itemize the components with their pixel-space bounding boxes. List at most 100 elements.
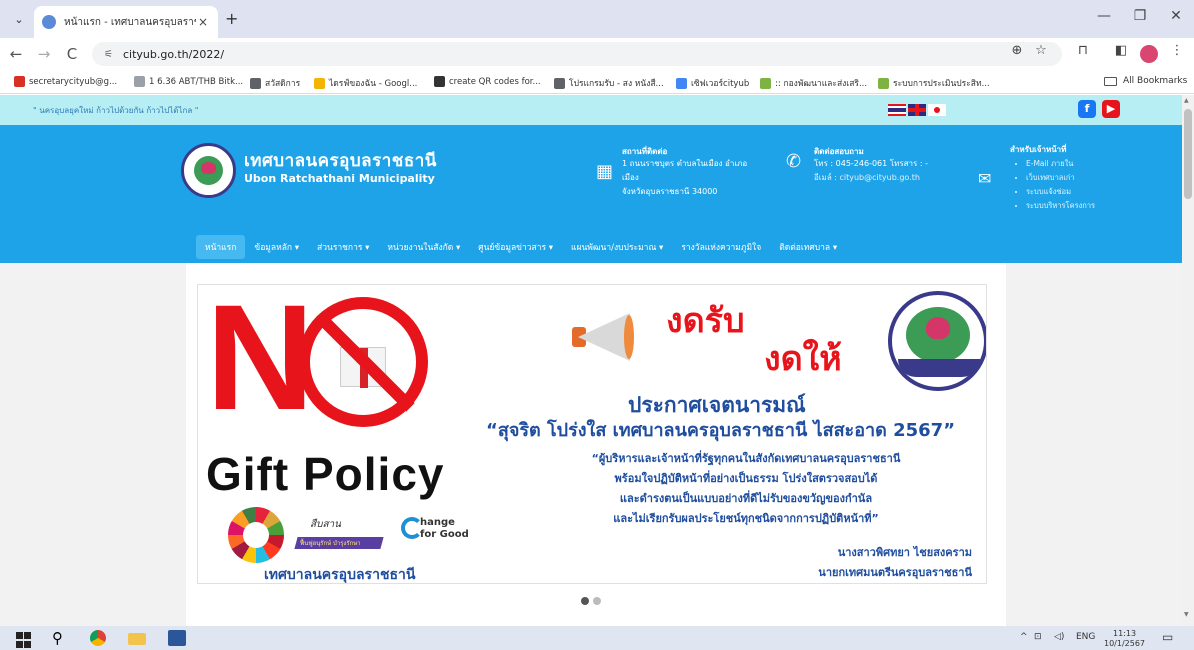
extensions-icon[interactable]: ⊓ — [1072, 43, 1094, 58]
maximize-icon[interactable]: ❐ — [1130, 8, 1150, 24]
municipality-logo[interactable] — [181, 143, 236, 198]
nav-plans-budget[interactable]: แผนพัฒนา/งบประมาณ ▾ — [562, 235, 672, 259]
pledge-line: และไม่เรียกรับผลประโยชน์ทุกชนิดจากการปฏิ… — [613, 512, 879, 525]
pledge-body: “ผู้บริหารและเจ้าหน้าที่รัฐทุกคนในสังกัด… — [546, 449, 946, 529]
new-tab-button[interactable]: + — [225, 9, 238, 28]
side-panel-icon[interactable]: ◧ — [1110, 43, 1132, 58]
bookmark-qr-icon — [434, 76, 445, 87]
uk-flag-icon[interactable] — [908, 104, 926, 116]
officer-link-repair[interactable]: ระบบแจ้งซ่อม — [1026, 185, 1095, 199]
notifications-icon[interactable]: ▭ — [1162, 630, 1173, 644]
lotus-icon — [201, 162, 216, 174]
bookmark-item[interactable]: :: กองพัฒนาและส่งเสริ... — [760, 76, 867, 90]
officer-link-email[interactable]: E-Mail ภายใน — [1026, 157, 1095, 171]
bookmark-drive-icon — [314, 77, 325, 89]
menu-icon[interactable]: ⋮ — [1166, 43, 1188, 58]
site-name-english[interactable]: Ubon Ratchathani Municipality — [244, 172, 435, 185]
minimize-icon[interactable]: — — [1094, 8, 1114, 24]
browser-tab-active[interactable]: หน้าแรก - เทศบาลนครอุบลราชธานี × — [34, 6, 218, 38]
bookmark-item[interactable]: 1 6.36 ABT/THB Bitk... — [134, 76, 243, 87]
bookmark-gmail-icon — [14, 76, 25, 87]
main-nav: หน้าแรก ข้อมูลหลัก ▾ ส่วนราชการ ▾ หน่วยง… — [196, 235, 846, 259]
email-line[interactable]: อีเมล์ : cityub@cityub.go.th — [814, 171, 920, 185]
profile-avatar[interactable] — [1140, 45, 1158, 63]
phone-icon: ✆ — [786, 151, 802, 172]
windows-taskbar: ⚲ ^ ⊡ ◁) ENG 11:13 10/1/2567 ▭ — [0, 626, 1194, 650]
pledge-line: “ผู้บริหารและเจ้าหน้าที่รัฐทุกคนในสังกัด… — [591, 452, 901, 465]
youtube-icon[interactable]: ▶ — [1102, 100, 1120, 118]
word-icon[interactable] — [168, 630, 186, 646]
site-info-icon[interactable]: ⚟ — [104, 49, 113, 60]
bookmark-item[interactable]: ระบบการประเมินประสิท... — [878, 76, 990, 90]
address-bar[interactable]: ⚟ cityub.go.th/2022/ — [92, 42, 1062, 66]
scroll-down-icon[interactable]: ▼ — [1184, 611, 1189, 618]
bookmark-item[interactable]: secretarycityub@g... — [14, 76, 117, 87]
bookmark-item[interactable]: เซิฟเวอร์cityub — [676, 76, 749, 90]
all-bookmarks-button[interactable]: All Bookmarks — [1104, 76, 1187, 86]
bookmark-star-icon[interactable]: ☆ — [1030, 43, 1052, 58]
file-explorer-icon[interactable] — [128, 633, 146, 645]
forward-button[interactable]: → — [32, 45, 56, 63]
facebook-icon[interactable]: f — [1078, 100, 1096, 118]
nav-affiliated-units[interactable]: หน่วยงานในสังกัด ▾ — [378, 235, 469, 259]
close-window-icon[interactable]: ✕ — [1166, 8, 1186, 24]
site-favicon-icon — [42, 15, 56, 29]
nav-info-center[interactable]: ศูนย์ข้อมูลข่าวสาร ▾ — [469, 235, 562, 259]
bookmark-item[interactable]: โปรแกรมรับ - สง หนังสื... — [554, 76, 664, 90]
tab-list-button[interactable]: ⌄ — [8, 10, 30, 30]
scroll-up-icon[interactable]: ▲ — [1184, 97, 1189, 104]
zoom-icon[interactable]: ⊕ — [1006, 43, 1028, 58]
site-top-strip: " นครอุบลยุคใหม่ ก้าวไปด้วยกัน ก้าวไปได้… — [0, 95, 1182, 125]
carousel-dot[interactable] — [593, 597, 601, 605]
language-indicator[interactable]: ENG — [1076, 632, 1095, 642]
site-name-thai[interactable]: เทศบาลนครอุบลราชธานี — [244, 147, 437, 174]
carousel-dots — [581, 597, 601, 605]
browser-toolbar: ← → C ⚟ cityub.go.th/2022/ ⊕ ☆ ⊓ ◧ ⋮ — [0, 38, 1194, 70]
prohibited-slash — [321, 318, 415, 412]
carousel-dot[interactable] — [581, 597, 589, 605]
building-icon: ▦ — [596, 161, 614, 182]
contact-address-line: 1 ถนนราชบุตร ตำบลในเมือง อำเภอ — [622, 159, 748, 168]
volume-icon[interactable]: ◁) — [1054, 632, 1064, 642]
bookmark-item[interactable]: ไดรฟ์ของฉัน - Googl... — [314, 76, 417, 90]
officer-link-projects[interactable]: ระบบบริหารโครงการ — [1026, 199, 1095, 213]
windows-start-icon[interactable] — [16, 632, 34, 648]
emblem-pond-icon — [906, 307, 970, 363]
site-slogan: " นครอุบลยุคใหม่ ก้าวไปด้วยกัน ก้าวไปได้… — [33, 106, 199, 115]
thai-flag-icon[interactable] — [888, 104, 906, 116]
folder-icon — [1104, 76, 1117, 86]
nav-awards[interactable]: รางวัลแห่งความภูมิใจ — [672, 235, 770, 259]
japan-flag-icon[interactable] — [928, 104, 946, 116]
back-button[interactable]: ← — [4, 45, 28, 63]
nav-home[interactable]: หน้าแรก — [196, 235, 246, 259]
page-scrollbar[interactable]: ▲ ▼ — [1182, 95, 1194, 626]
officer-title: สำหรับเจ้าหน้าที่ — [1010, 145, 1067, 154]
nav-main-info[interactable]: ข้อมูลหลัก ▾ — [245, 235, 308, 259]
change-for-good-text: hange for Good — [420, 517, 469, 540]
search-icon[interactable]: ⚲ — [52, 630, 70, 646]
heritage-logo: สืบสาน ฟื้นฟูอนุรักษ์ บำรุงรักษา — [294, 513, 384, 553]
scroll-thumb[interactable] — [1184, 109, 1192, 199]
chrome-icon[interactable] — [90, 630, 106, 646]
bookmark-item[interactable]: สวัสดิการ — [250, 76, 300, 90]
reload-button[interactable]: C — [60, 45, 84, 63]
nav-contact[interactable]: ติดต่อเทศบาล ▾ — [770, 235, 846, 259]
mail-icon[interactable]: ✉ — [978, 169, 991, 188]
taskbar-clock[interactable]: 11:13 10/1/2567 — [1104, 629, 1145, 649]
tab-close-icon[interactable]: × — [196, 15, 210, 29]
bookmark-globe-icon — [250, 77, 261, 89]
pledge-quote: “สุจริต โปร่งใส เทศบาลนครอุบลราชธานี ไสส… — [486, 420, 956, 441]
contact-address-line: จังหวัดอุบลราชธานี 34000 — [622, 187, 718, 196]
pledge-line: และดำรงตนเป็นแบบอย่างที่ดีไม่รับของขวัญข… — [619, 492, 873, 505]
no-gift-prohibited-icon — [298, 297, 428, 427]
main-content: N Gift Policy สืบสาน ฟื้นฟูอนุรักษ์ บำรุ… — [0, 263, 1182, 626]
no-gift-policy-banner[interactable]: N Gift Policy สืบสาน ฟื้นฟูอนุรักษ์ บำรุ… — [197, 284, 987, 584]
tray-chevron-icon[interactable]: ^ — [1020, 632, 1028, 642]
banner-municipality-name: เทศบาลนครอุบลราชธานี — [264, 567, 416, 583]
contact-address-line: เมือง — [622, 173, 639, 182]
officer-link-old-site[interactable]: เว็บเทศบาลเก่า — [1026, 171, 1095, 185]
nav-departments[interactable]: ส่วนราชการ ▾ — [308, 235, 378, 259]
officer-links: E-Mail ภายใน เว็บเทศบาลเก่า ระบบแจ้งซ่อม… — [1026, 157, 1095, 213]
bookmark-item[interactable]: create QR codes for... — [434, 76, 541, 87]
network-icon[interactable]: ⊡ — [1034, 632, 1042, 642]
